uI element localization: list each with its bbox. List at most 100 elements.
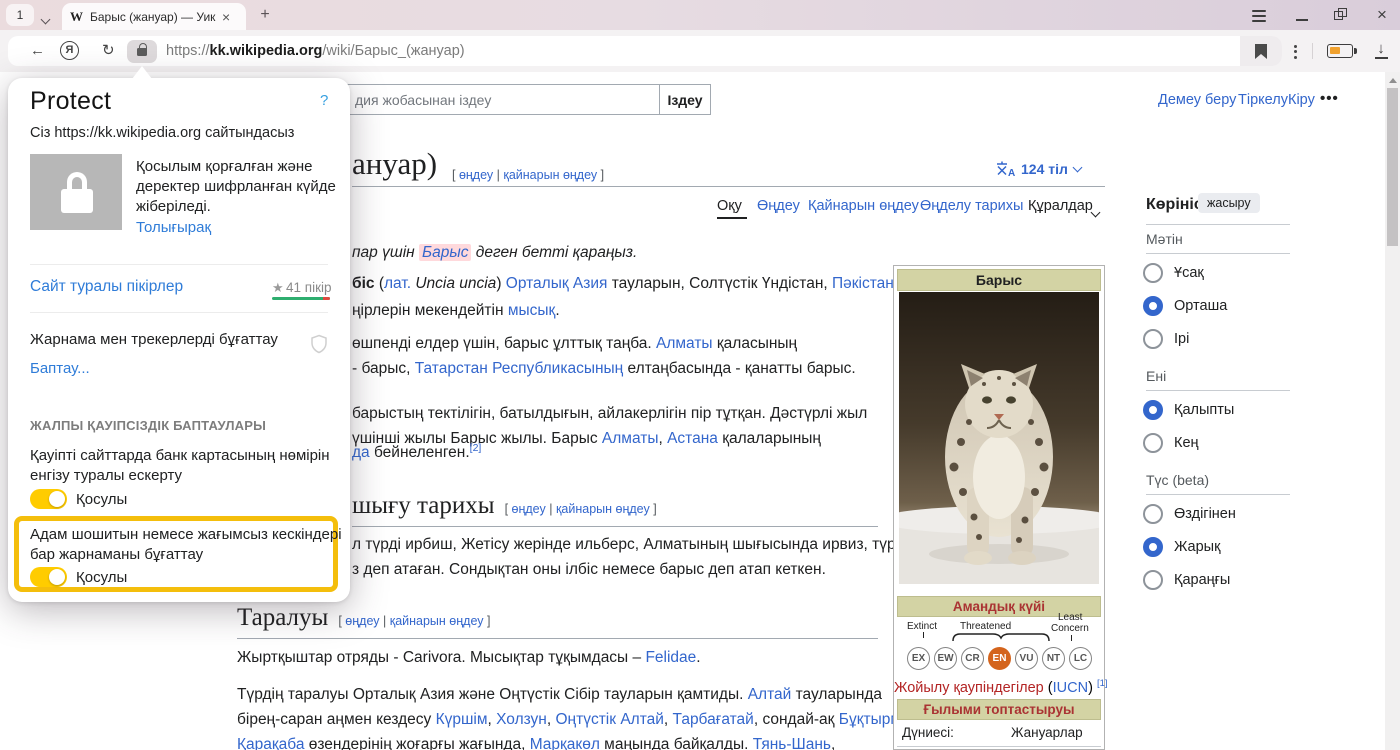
tab-tools[interactable]: Құралдар	[1028, 198, 1093, 214]
radio-label-small[interactable]: Ұсақ	[1174, 265, 1204, 281]
tab-close-icon[interactable]: ×	[222, 9, 230, 25]
battery-icon[interactable]	[1327, 44, 1353, 58]
active-tab[interactable]: W Барыс (жануар) — Уик ×	[62, 3, 246, 30]
radio-color-auto[interactable]	[1143, 504, 1163, 524]
radio-width-wide[interactable]	[1143, 433, 1163, 453]
radio-width-standard-selected[interactable]	[1143, 400, 1163, 420]
iucn-status-line[interactable]: Жойылу қаупіндегілер (IUCN) [1]	[894, 678, 1106, 696]
snow-leopard-image[interactable]	[899, 292, 1099, 584]
wiki-link[interactable]: Астана	[667, 430, 718, 447]
tab-history[interactable]: Өңделу тарихы	[920, 198, 1023, 214]
wiki-link[interactable]: Орталық Азия	[506, 275, 608, 292]
tab-counter-button[interactable]: 1	[6, 4, 34, 26]
wiki-link[interactable]: Холзун	[496, 711, 547, 728]
refresh-icon[interactable]: ↻	[102, 41, 115, 59]
text-segment: [	[452, 168, 459, 182]
shock-ads-toggle-on[interactable]	[30, 567, 67, 587]
window-minimize-icon[interactable]	[1296, 7, 1312, 23]
title-edit-links[interactable]: [ өңдеу | қайнарын өңдеу ]	[452, 166, 604, 184]
wiki-link[interactable]: да	[352, 444, 370, 461]
wiki-link[interactable]: Қарақаба	[237, 736, 304, 750]
status-circle-cr: CR	[961, 647, 984, 670]
wiki-link[interactable]: Татарстан Республикасының	[415, 360, 624, 377]
radio-label-dark[interactable]: Қараңғы	[1174, 572, 1230, 588]
text-segment: - барыс,	[352, 360, 415, 377]
tab-edit-source[interactable]: Қайнарын өңдеу	[808, 198, 919, 214]
text-segment: тауларында	[791, 686, 882, 703]
window-close-icon[interactable]: ×	[1374, 7, 1390, 23]
radio-color-dark[interactable]	[1143, 570, 1163, 590]
donate-link[interactable]: Демеу беру	[1158, 92, 1236, 108]
wiki-link[interactable]: қайнарын өңдеу	[556, 502, 650, 516]
window-restore-icon[interactable]	[1334, 7, 1350, 23]
wiki-link[interactable]: Оңтүстік Алтай	[555, 711, 663, 728]
shield-icon	[310, 334, 328, 354]
hatnote-line: пар үшін Барыс деген бетті қараңыз.	[352, 244, 637, 262]
wiki-link[interactable]: Тарбағатай	[673, 711, 754, 728]
scrollbar-up-arrow[interactable]	[1389, 78, 1397, 83]
wiki-link[interactable]: Алматы	[602, 430, 659, 447]
wiki-link[interactable]: IUCN	[1053, 680, 1088, 696]
wiki-search-button[interactable]: Іздеу	[659, 84, 711, 115]
page-title-partial: ануар)	[352, 146, 437, 182]
text-segment: пар үшін	[352, 244, 419, 261]
kingdom-link[interactable]: Жануарлар	[1011, 725, 1083, 740]
url-text[interactable]: https://kk.wikipedia.org/wiki/Барыс_(жан…	[166, 43, 465, 59]
radio-label-auto[interactable]: Өздігінен	[1174, 506, 1236, 522]
wiki-link[interactable]: Тянь-Шань	[753, 736, 831, 750]
site-reviews-link[interactable]: Сайт туралы пікірлер	[30, 278, 183, 296]
wiki-link[interactable]: Барыс	[419, 244, 472, 261]
tools-chevron-icon[interactable]	[1092, 203, 1099, 221]
radio-text-medium-selected[interactable]	[1143, 296, 1163, 316]
radio-label-medium[interactable]: Орташа	[1174, 298, 1227, 314]
wiki-link[interactable]: Алматы	[656, 335, 713, 352]
bank-warning-toggle-on[interactable]	[30, 489, 67, 509]
radio-text-large[interactable]	[1143, 329, 1163, 349]
tab-list-chevron-icon[interactable]	[42, 10, 49, 28]
scrollbar-thumb[interactable]	[1387, 88, 1398, 246]
wiki-link[interactable]: Күршім	[436, 711, 488, 728]
wiki-search-input[interactable]	[330, 84, 660, 115]
tab-read[interactable]: Оқу	[717, 198, 742, 214]
wiki-link[interactable]: өңдеу	[459, 168, 493, 182]
wiki-link[interactable]: мысық	[508, 302, 555, 319]
status-circle-nt: NT	[1042, 647, 1065, 670]
radio-text-small[interactable]	[1143, 263, 1163, 283]
section-edit-links[interactable]: [ өңдеу | қайнарын өңдеу ]	[505, 500, 657, 518]
section-edit-links[interactable]: [ өңдеу | қайнарын өңдеу ]	[338, 612, 490, 630]
language-selector[interactable]: A 124 тіл	[995, 160, 1081, 177]
radio-label-standard[interactable]: Қалыпты	[1174, 402, 1234, 418]
wiki-link[interactable]: өңдеу	[512, 502, 546, 516]
download-icon[interactable]: ↓	[1372, 40, 1390, 59]
register-link[interactable]: Тіркелу	[1238, 92, 1288, 108]
tab-edit[interactable]: Өңдеу	[757, 198, 800, 214]
back-icon[interactable]: ←	[30, 42, 45, 59]
login-link[interactable]: Кіру	[1288, 92, 1315, 108]
new-tab-button[interactable]: +	[256, 6, 274, 24]
bookmark-chip[interactable]	[1240, 36, 1282, 66]
protect-help-link[interactable]: ?	[320, 92, 328, 109]
adblock-configure-link[interactable]: Баптау...	[30, 360, 90, 377]
yandex-logo-icon[interactable]: Я	[60, 41, 79, 60]
radio-label-wide[interactable]: Кең	[1174, 435, 1199, 451]
wiki-link[interactable]: Пәкістан	[832, 275, 894, 292]
radio-label-large[interactable]: Ірі	[1174, 331, 1189, 347]
radio-color-light-selected[interactable]	[1143, 537, 1163, 557]
reviews-count[interactable]: 41 пікір	[286, 280, 332, 295]
extensions-menu-icon[interactable]	[1294, 42, 1297, 61]
wiki-link[interactable]: қайнарын өңдеу	[503, 168, 597, 182]
wiki-link[interactable]: қайнарын өңдеу	[390, 614, 484, 628]
toggle-state-label: Қосулы	[76, 569, 127, 586]
wiki-link[interactable]: лат.	[384, 275, 411, 292]
user-menu-ellipsis[interactable]: •••	[1320, 90, 1339, 107]
article-text-line: з деп атаған. Сондықтан оны ілбіс немесе…	[352, 561, 826, 579]
browser-menu-icon[interactable]	[1252, 7, 1268, 23]
wiki-link[interactable]: Felidae	[645, 649, 696, 666]
radio-label-light[interactable]: Жарық	[1174, 539, 1220, 555]
appearance-hide-button[interactable]: жасыру	[1198, 193, 1260, 213]
wiki-link[interactable]: Алтай	[748, 686, 792, 703]
wiki-link[interactable]: өңдеу	[345, 614, 379, 628]
wiki-link[interactable]: Марқакөл	[530, 736, 600, 750]
details-link[interactable]: Толығырақ	[136, 219, 211, 236]
site-lock-chip[interactable]	[127, 40, 157, 63]
